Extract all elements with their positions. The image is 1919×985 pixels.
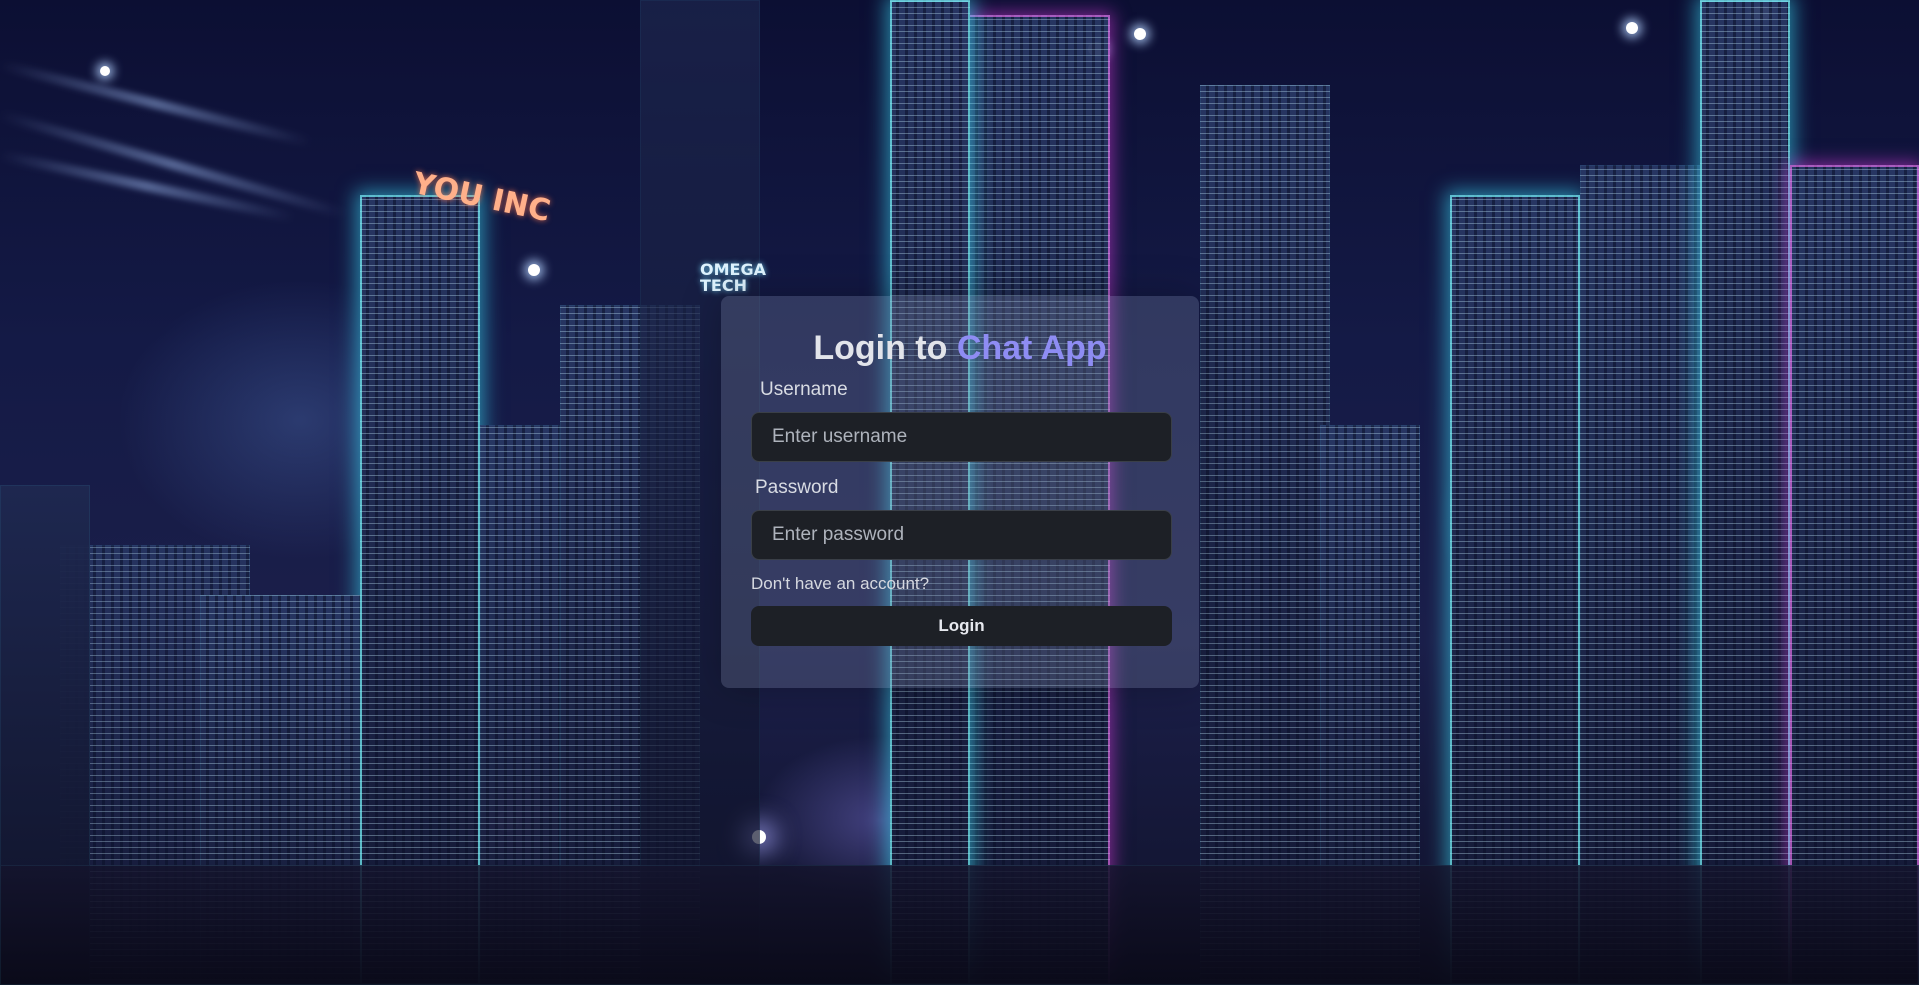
light-streak xyxy=(0,60,312,148)
building xyxy=(1790,165,1919,985)
password-input[interactable] xyxy=(751,510,1172,560)
light-dot xyxy=(1134,28,1146,40)
password-label: Password xyxy=(755,477,839,498)
login-button[interactable]: Login xyxy=(751,606,1172,646)
building xyxy=(1200,85,1330,985)
road xyxy=(0,865,1919,985)
light-dot xyxy=(528,264,540,276)
light-dot xyxy=(1626,22,1638,34)
light-dot xyxy=(100,66,110,76)
app-brand-name: Chat App xyxy=(956,329,1107,367)
username-label: Username xyxy=(760,379,848,400)
signup-link[interactable]: Don't have an account? xyxy=(751,574,929,594)
login-card: Login to Chat App Username Password Don'… xyxy=(721,296,1199,688)
login-title: Login to Chat App xyxy=(751,326,1169,370)
neon-sign-omega-tech: OMEGA TECH xyxy=(700,260,766,295)
username-input[interactable] xyxy=(751,412,1172,462)
building xyxy=(1700,0,1790,985)
title-prefix: Login to xyxy=(813,329,948,367)
